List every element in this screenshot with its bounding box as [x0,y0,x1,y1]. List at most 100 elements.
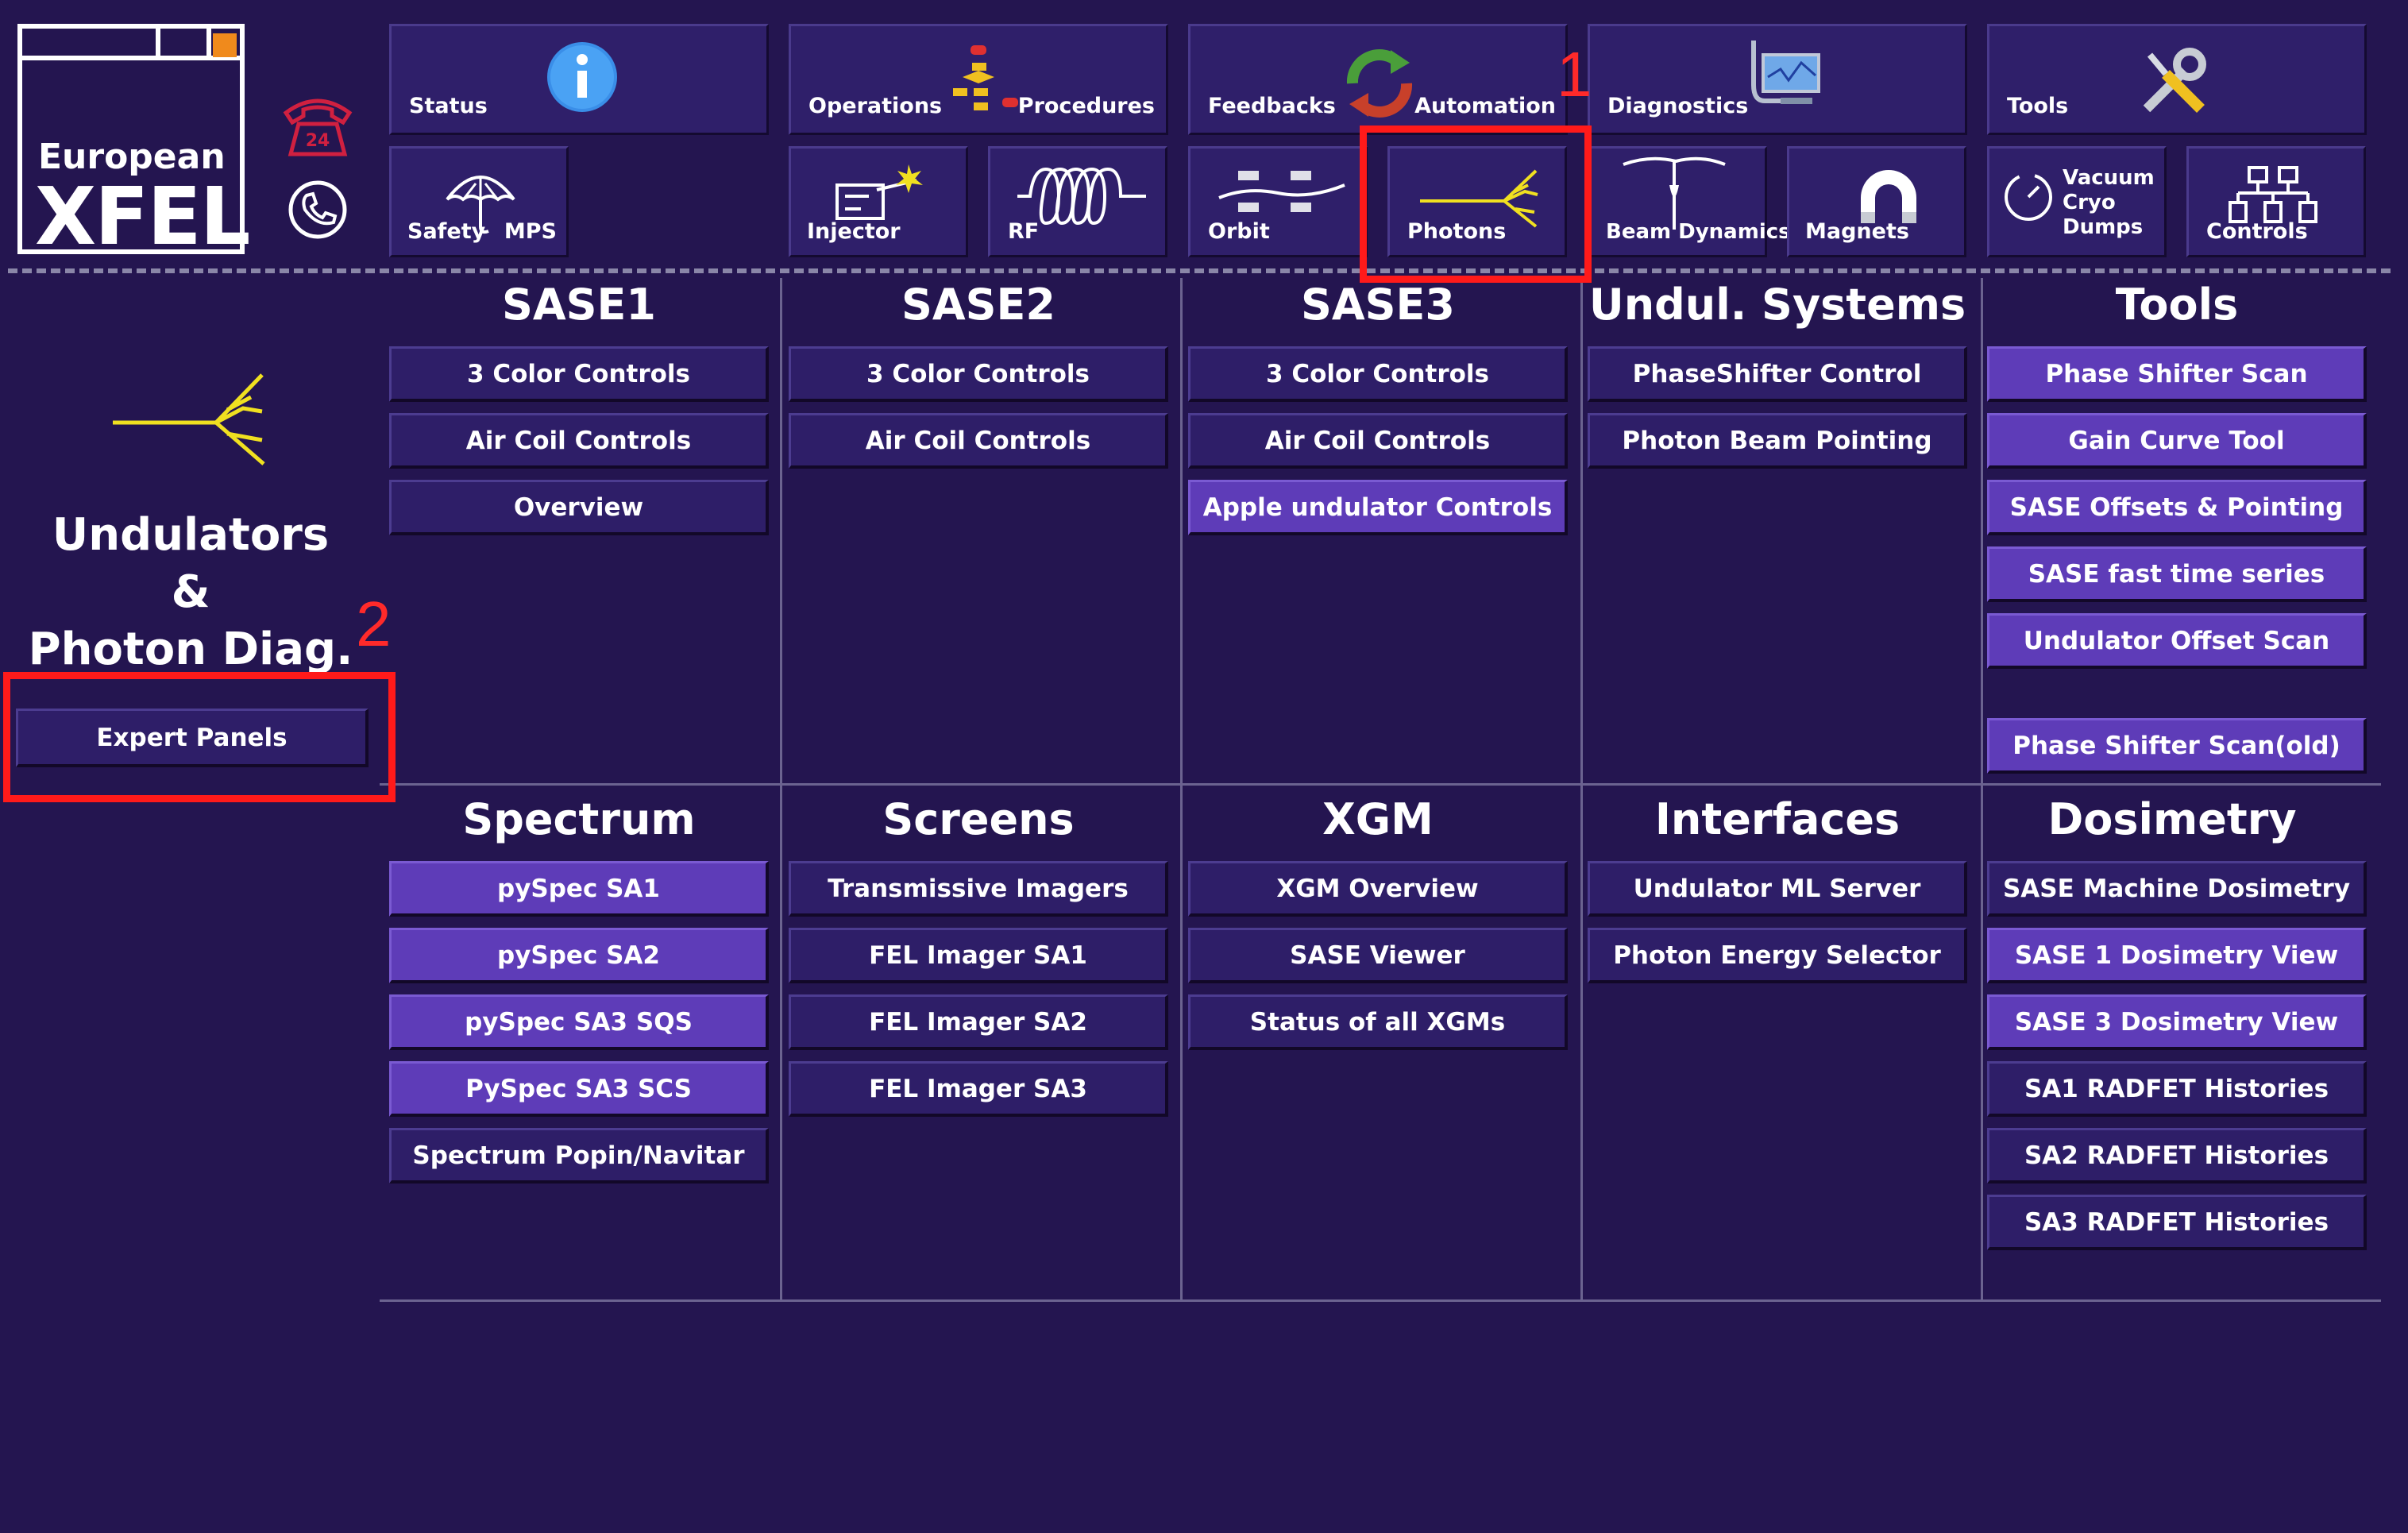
phaseshifter-control-button[interactable]: PhaseShifter Control [1588,346,1967,402]
photon-energy-selector-button[interactable]: Photon Energy Selector [1588,928,1967,983]
sa2-radfet-histories-button[interactable]: SA2 RADFET Histories [1987,1128,2367,1184]
sase2-3-color-controls-button[interactable]: 3 Color Controls [789,346,1168,402]
logo-orange-square [213,33,237,57]
sase3-apple-undulator-controls-button[interactable]: Apple undulator Controls [1188,480,1568,535]
photon-beam-icon [113,373,265,465]
tile-operations-label: Operations [808,94,943,118]
annotation-box-expert-panels [3,672,396,802]
tile-vacuum-label-line2: Cryo [2063,191,2116,214]
sa3-radfet-histories-button[interactable]: SA3 RADFET Histories [1987,1195,2367,1250]
photon-beam-pointing-button[interactable]: Photon Beam Pointing [1588,413,1967,469]
coil-icon [1017,167,1146,226]
tile-controls[interactable]: Controls [2186,146,2366,257]
european-xfel-logo: European XFEL [17,24,250,263]
tile-vacuum-label: Vacuum Cryo Dumps [2063,166,2155,240]
phase-shifter-scan-button[interactable]: Phase Shifter Scan [1987,346,2367,402]
sase-viewer-button[interactable]: SASE Viewer [1188,928,1568,983]
sase1-overview-button[interactable]: Overview [389,480,769,535]
pyspec-sa1-button[interactable]: pySpec SA1 [389,861,769,917]
page-title-line3: Photon Diag. [28,624,353,675]
tile-status[interactable]: Status [389,24,769,135]
tile-diagnostics-label: Diagnostics [1607,94,1749,118]
section-title-sase2: SASE2 [901,280,1056,330]
header-separator [8,268,2391,273]
annotation-number-2: 2 [356,589,392,659]
section-title-undul-systems: Undul. Systems [1588,280,1966,330]
grid-divider [1981,278,1983,1301]
injector-icon [835,164,923,220]
sase-fast-time-series-button[interactable]: SASE fast time series [1987,546,2367,602]
monitor-icon [1751,41,1820,104]
tile-injector[interactable]: Injector [789,146,968,257]
gauge-icon [2005,173,2052,221]
logo-divider [206,29,211,60]
beam-dynamics-icon [1623,156,1726,230]
tile-beam-dynamics[interactable]: Beam Dynamics [1588,146,1791,257]
sase3-dosimetry-view-button[interactable]: SASE 3 Dosimetry View [1987,994,2367,1050]
tile-tools-label: Tools [2007,94,2069,118]
fel-imager-sa3-button[interactable]: FEL Imager SA3 [789,1061,1168,1117]
undulator-ml-server-button[interactable]: Undulator ML Server [1588,861,1967,917]
grid-divider [1180,278,1183,1301]
sase1-air-coil-controls-button[interactable]: Air Coil Controls [389,413,769,469]
tile-procedures-label: Procedures [1017,94,1155,118]
logo-divider [156,29,160,60]
tile-status-label: Status [409,94,488,118]
sase3-3-color-controls-button[interactable]: 3 Color Controls [1188,346,1568,402]
annotation-box-photons [1360,125,1592,283]
tile-automation-label: Automation [1414,94,1556,118]
tile-vacuum-label-line3: Dumps [2063,215,2144,239]
undulator-offset-scan-button[interactable]: Undulator Offset Scan [1987,613,2367,669]
section-title-spectrum: Spectrum [462,794,696,844]
xgm-overview-button[interactable]: XGM Overview [1188,861,1568,917]
logo-text-xfel: XFEL [35,170,250,263]
sase1-dosimetry-view-button[interactable]: SASE 1 Dosimetry View [1987,928,2367,983]
sase2-air-coil-controls-button[interactable]: Air Coil Controls [789,413,1168,469]
page-title-line1: Undulators [52,509,330,561]
tile-operations-procedures[interactable]: Operations Procedures [789,24,1168,135]
umbrella-icon [446,176,515,234]
svg-text:24: 24 [306,131,330,151]
sase1-3-color-controls-button[interactable]: 3 Color Controls [389,346,769,402]
pyspec-sa3-scs-button[interactable]: PySpec SA3 SCS [389,1061,769,1117]
wrench-screwdriver-icon [2143,48,2206,113]
transmissive-imagers-button[interactable]: Transmissive Imagers [789,861,1168,917]
tile-orbit[interactable]: Orbit [1188,146,1368,257]
pyspec-sa3-sqs-button[interactable]: pySpec SA3 SQS [389,994,769,1050]
tile-safety-mps[interactable]: Safety MPS [389,146,569,257]
spectrum-popin-navitar-button[interactable]: Spectrum Popin/Navitar [389,1128,769,1184]
tile-magnets[interactable]: Magnets [1787,146,1966,257]
grid-divider [780,278,782,1301]
tile-diagnostics[interactable]: Diagnostics [1588,24,1967,135]
section-title-xgm: XGM [1322,794,1434,844]
flowchart-icon [953,45,1018,110]
section-title-sase1: SASE1 [501,280,657,330]
fel-imager-sa2-button[interactable]: FEL Imager SA2 [789,994,1168,1050]
tile-vacuum-cryo-dumps[interactable]: Vacuum Cryo Dumps [1987,146,2167,257]
emergency-phone-icon[interactable]: 24 [280,89,356,159]
tile-tools[interactable]: Tools [1987,24,2367,135]
gain-curve-tool-button[interactable]: Gain Curve Tool [1987,413,2367,469]
section-title-tools: Tools [2115,280,2239,330]
phase-shifter-scan-old-button[interactable]: Phase Shifter Scan(old) [1987,718,2367,774]
phone-icon[interactable] [286,178,349,241]
grid-divider [380,1299,2381,1302]
tile-vacuum-label-line1: Vacuum [2063,166,2155,190]
section-title-sase3: SASE3 [1300,280,1456,330]
tile-rf[interactable]: RF [988,146,1167,257]
sa1-radfet-histories-button[interactable]: SA1 RADFET Histories [1987,1061,2367,1117]
magnet-icon [1861,170,1916,223]
tile-feedbacks-label: Feedbacks [1208,94,1336,118]
tile-feedbacks-automation[interactable]: Feedbacks Automation [1188,24,1568,135]
section-title-interfaces: Interfaces [1654,794,1901,844]
fel-imager-sa1-button[interactable]: FEL Imager SA1 [789,928,1168,983]
pyspec-sa2-button[interactable]: pySpec SA2 [389,928,769,983]
orbit-icon [1218,171,1345,212]
page-title: Undulators & Photon Diag. [0,507,381,678]
sase-offsets-pointing-button[interactable]: SASE Offsets & Pointing [1987,480,2367,535]
status-of-all-xgms-button[interactable]: Status of all XGMs [1188,994,1568,1050]
cycle-arrows-icon [1346,49,1413,118]
sase-machine-dosimetry-button[interactable]: SASE Machine Dosimetry [1987,861,2367,917]
sase3-air-coil-controls-button[interactable]: Air Coil Controls [1188,413,1568,469]
section-title-screens: Screens [882,794,1075,844]
